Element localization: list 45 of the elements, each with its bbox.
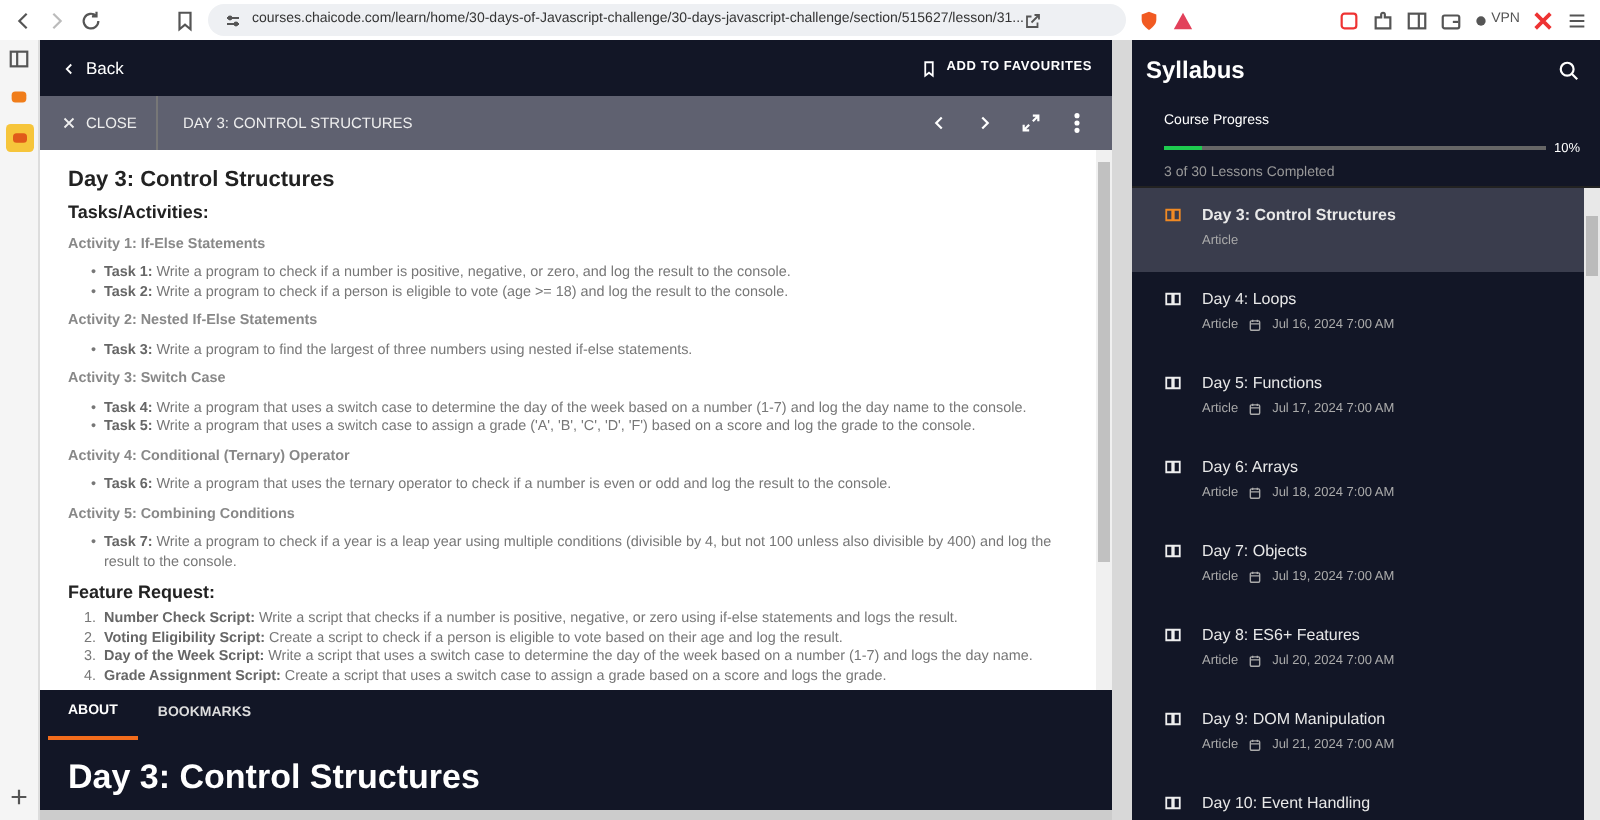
about-title: Day 3: Control Structures [40, 740, 1112, 810]
book-icon [1164, 206, 1182, 224]
back-button[interactable]: Back [60, 55, 124, 81]
sidebar-panel-icon[interactable] [8, 48, 30, 70]
chevron-left-icon [60, 59, 78, 77]
app-icon[interactable] [8, 86, 30, 108]
calendar-icon [1248, 654, 1263, 669]
wallet-icon[interactable] [1439, 9, 1462, 31]
calendar-icon [1248, 486, 1263, 501]
extension-icon[interactable] [1337, 9, 1360, 31]
book-icon [1164, 794, 1182, 812]
book-icon [1164, 374, 1182, 392]
share-icon[interactable] [1023, 11, 1042, 29]
bookmark-icon[interactable] [174, 9, 196, 31]
scrollbar-thumb[interactable] [1098, 162, 1110, 562]
reload-icon[interactable] [80, 9, 102, 31]
site-settings-icon [224, 11, 242, 29]
calendar-icon [1248, 738, 1263, 753]
lesson-item[interactable]: Day 10: Event Handling [1132, 776, 1584, 820]
sidebar-icon[interactable] [1405, 9, 1428, 31]
calendar-icon [1248, 318, 1263, 333]
menu-icon[interactable] [1566, 9, 1588, 31]
bookmark-icon [920, 59, 939, 77]
fullscreen-icon[interactable] [1020, 112, 1042, 134]
calendar-icon [1248, 402, 1263, 417]
triangle-icon[interactable] [1171, 9, 1194, 31]
book-icon [1164, 290, 1182, 308]
shield-icon[interactable] [1137, 9, 1160, 31]
section-heading: Feature Request: [68, 582, 218, 605]
book-icon [1164, 626, 1182, 644]
globe-icon [1473, 13, 1488, 27]
search-icon[interactable] [1558, 59, 1580, 81]
book-icon [1164, 710, 1182, 728]
close-icon [60, 114, 78, 132]
puzzle-icon[interactable] [1371, 9, 1394, 31]
book-icon [1164, 542, 1182, 560]
app-icon[interactable] [5, 124, 33, 152]
x-logo-icon[interactable] [1532, 9, 1554, 31]
calendar-icon [1248, 570, 1263, 585]
syllabus-title: Syllabus [1146, 54, 1245, 88]
section-heading: Tasks/Activities: [68, 202, 211, 224]
scrollbar-thumb[interactable] [1586, 216, 1598, 276]
add-icon[interactable] [8, 786, 30, 808]
article-title: Day 3: Control Structures [68, 168, 337, 195]
book-icon [1164, 458, 1182, 476]
